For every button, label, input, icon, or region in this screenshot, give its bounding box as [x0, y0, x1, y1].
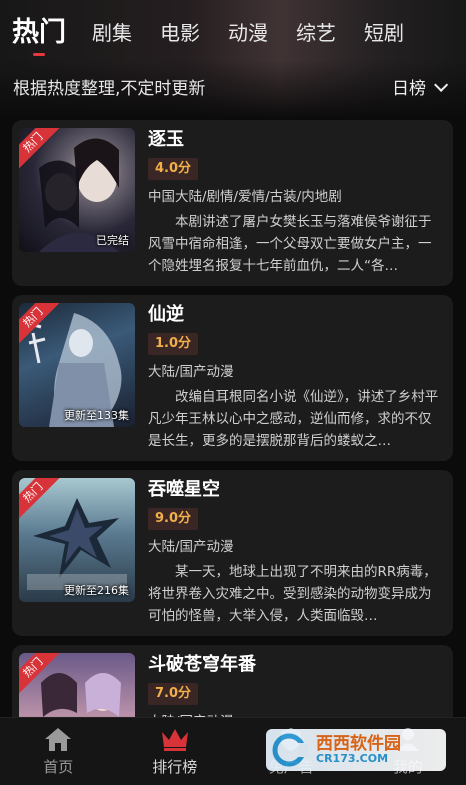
- poster-image: 热门 更新至216集: [19, 478, 135, 602]
- tab-variety[interactable]: 综艺: [296, 16, 336, 50]
- score-badge: 4.0分: [148, 158, 199, 180]
- item-title: 斗破苍穹年番: [148, 654, 256, 675]
- item-title: 仙逆: [148, 304, 184, 325]
- item-title: 逐玉: [148, 129, 184, 150]
- score-badge: 9.0分: [148, 508, 199, 530]
- item-tags: 大陆/国产动漫: [148, 364, 234, 380]
- tab-anime[interactable]: 动漫: [228, 16, 268, 50]
- score-badge: 1.0分: [148, 333, 199, 355]
- ranking-list: 热门 已完结 逐玉 4.0分 中国大陆/剧情/爱情/古装/内地剧 本剧讲述了屠户…: [12, 120, 453, 785]
- list-item[interactable]: 热门 已完结 逐玉 4.0分 中国大陆/剧情/爱情/古装/内地剧 本剧讲述了屠户…: [12, 120, 453, 286]
- item-title: 吞噬星空: [148, 479, 220, 500]
- nav-ranking-label: 排行榜: [152, 758, 198, 776]
- watermark-brand: 西西软件园: [316, 733, 401, 754]
- tab-short-drama[interactable]: 短剧: [364, 16, 404, 50]
- category-tabs: 热门 剧集 电影 动漫 综艺 短剧: [12, 16, 432, 56]
- item-description: 本剧讲述了屠户女樊长玉与落难侯爷谢征于风雪中宿命相逢，一个父母双亡要做女户主，一…: [148, 214, 432, 274]
- tab-series[interactable]: 剧集: [92, 16, 132, 50]
- item-description: 改编自耳根同名小说《仙逆》，讲述了乡村平凡少年王林以心中之感动，逆仙而修，求的不…: [148, 389, 439, 449]
- list-item[interactable]: 热门 更新至133集 仙逆 1.0分 大陆/国产动漫 改编自耳根同名小说《仙逆》…: [12, 295, 453, 461]
- rank-period-label: 日榜: [392, 79, 426, 99]
- list-item[interactable]: 热门 更新至216集 吞噬星空 9.0分 大陆/国产动漫 某一天，地球上出现了不…: [12, 470, 453, 636]
- item-tags: 大陆/国产动漫: [148, 539, 234, 555]
- episode-status: 已完结: [96, 234, 129, 247]
- tab-movie[interactable]: 电影: [160, 16, 200, 50]
- page-subtitle: 根据热度整理,不定时更新: [13, 79, 206, 99]
- item-description: 某一天，地球上出现了不明来由的RR病毒，将世界卷入灾难之中。受到感染的动物变异成…: [148, 564, 437, 624]
- crown-icon: [161, 729, 188, 751]
- item-tags: 中国大陆/剧情/爱情/古装/内地剧: [148, 189, 342, 205]
- tab-hot[interactable]: 热门: [12, 16, 66, 56]
- home-icon: [45, 728, 72, 751]
- poster-image: 热门 已完结: [19, 128, 135, 252]
- episode-status: 更新至216集: [64, 584, 129, 597]
- episode-status: 更新至133集: [64, 409, 129, 422]
- site-watermark: 西西软件园 CR173.COM: [266, 729, 446, 771]
- watermark-url: CR173.COM: [316, 752, 389, 766]
- nav-home[interactable]: 首页: [0, 718, 117, 785]
- score-badge: 7.0分: [148, 683, 199, 705]
- rank-period-dropdown[interactable]: 日榜: [392, 74, 449, 99]
- nav-home-label: 首页: [43, 758, 74, 776]
- nav-ranking[interactable]: 排行榜: [117, 718, 234, 785]
- poster-image: 热门 更新至133集: [19, 303, 135, 427]
- watermark-logo-icon: [272, 733, 308, 767]
- active-tab-indicator: [33, 53, 45, 56]
